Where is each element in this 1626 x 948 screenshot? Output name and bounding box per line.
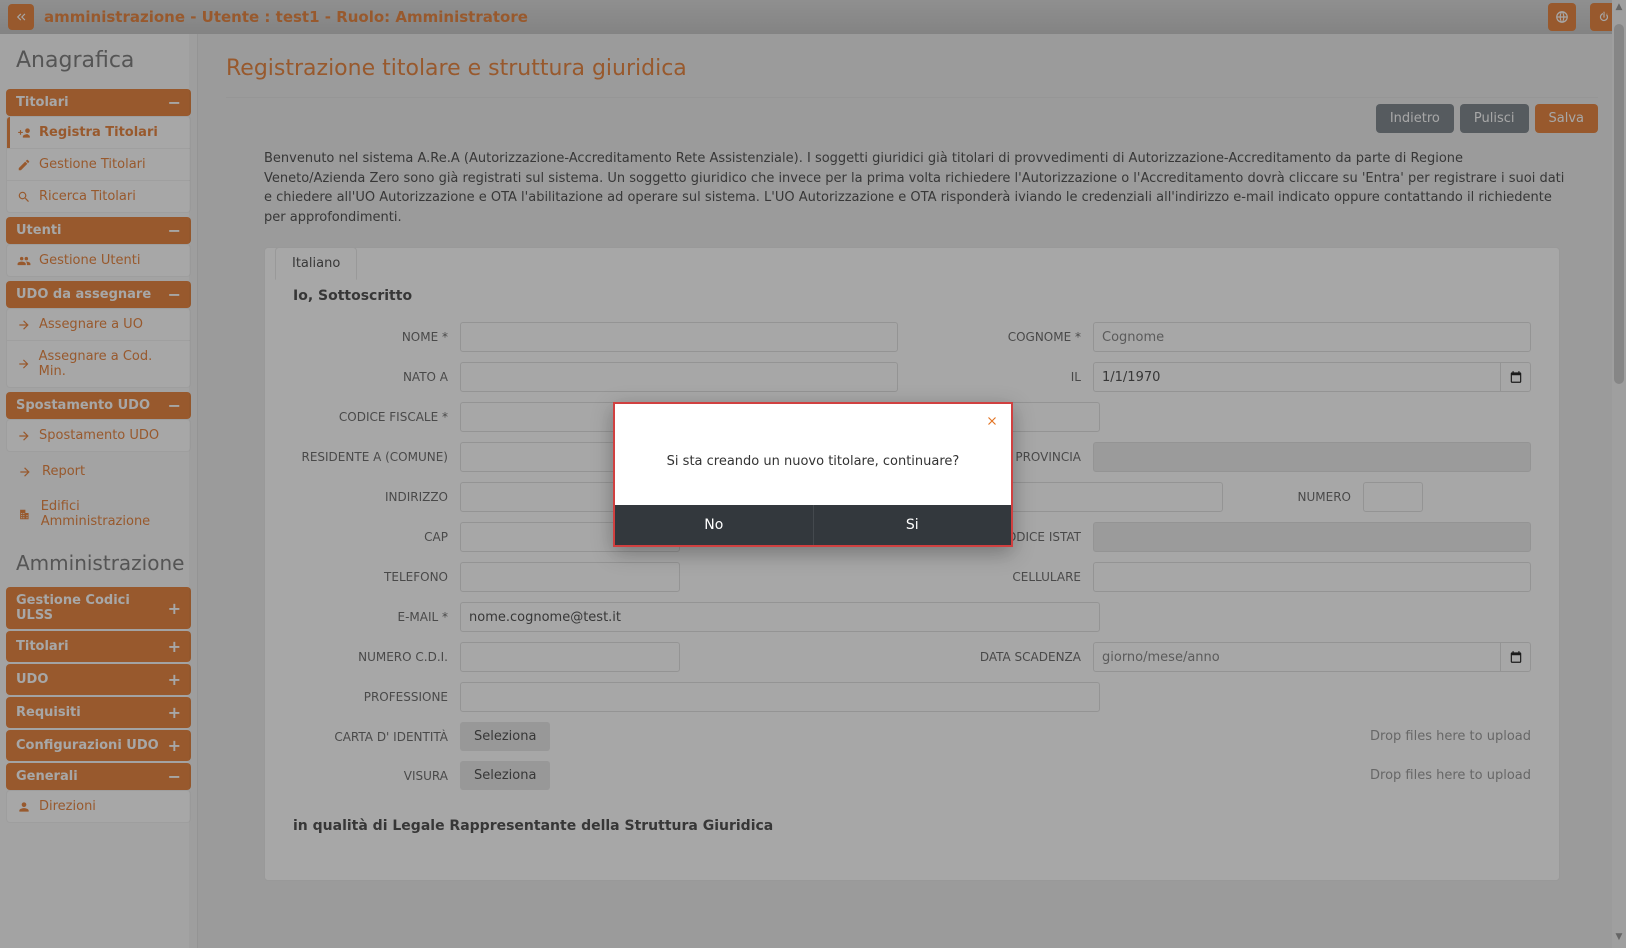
- modal-overlay: Si sta creando un nuovo titolare, contin…: [0, 0, 1626, 948]
- close-icon: [985, 414, 999, 428]
- modal-no-button[interactable]: No: [615, 505, 813, 545]
- modal-close-button[interactable]: [985, 414, 999, 432]
- confirm-modal: Si sta creando un nuovo titolare, contin…: [613, 402, 1013, 547]
- modal-si-button[interactable]: Si: [813, 505, 1012, 545]
- modal-message: Si sta creando un nuovo titolare, contin…: [615, 442, 1011, 505]
